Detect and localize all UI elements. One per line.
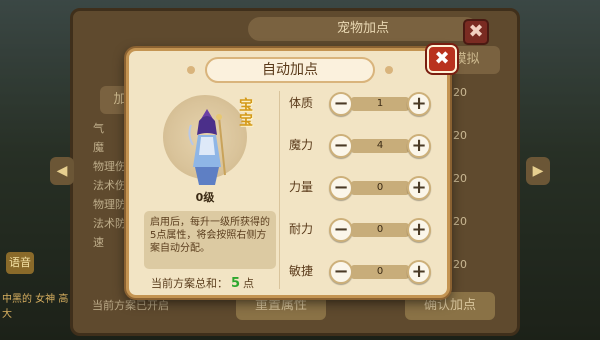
stat-label: 体质 bbox=[289, 96, 314, 110]
increase-magic-button[interactable]: + bbox=[407, 134, 431, 158]
strength-value: 0 bbox=[351, 181, 409, 195]
dialog-title: 自动加点 bbox=[205, 57, 375, 83]
agility-value: 0 bbox=[351, 265, 409, 279]
plan-total-value: 5 bbox=[231, 276, 241, 291]
decrease-agility-button[interactable]: − bbox=[329, 260, 353, 284]
title-ornament-left bbox=[187, 66, 195, 74]
pet-stat-values: 20 20 20 20 20 bbox=[453, 86, 483, 301]
pet-level: 0级 bbox=[195, 191, 215, 204]
decrease-strength-button[interactable]: − bbox=[329, 176, 353, 200]
stat-row-agility: 敏捷 − 0 + bbox=[277, 257, 447, 299]
stat-allocation-list: 体质 − 1 + 魔力 − 4 + 力量 − 0 + 耐力 − 0 + 敏捷 −… bbox=[277, 89, 447, 295]
title-ornament-right bbox=[385, 66, 393, 74]
magic-value: 4 bbox=[351, 139, 409, 153]
stat-label: 敏捷 bbox=[289, 264, 314, 278]
stat-row-magic: 魔力 − 4 + bbox=[277, 131, 447, 173]
stat-row-strength: 力量 − 0 + bbox=[277, 173, 447, 215]
auto-add-description: 启用后，每升一级所获得的5点属性，将会按照右侧方案自动分配。 bbox=[144, 211, 276, 269]
stat-row-constitution: 体质 − 1 + bbox=[277, 89, 447, 131]
increase-constitution-button[interactable]: + bbox=[407, 92, 431, 116]
pet-panel-title: 宠物加点 bbox=[248, 17, 478, 41]
pet-portrait: 宝宝 0级 bbox=[141, 91, 271, 209]
stat-label: 耐力 bbox=[289, 222, 314, 236]
next-pet-arrow-icon[interactable]: ▶ bbox=[526, 157, 550, 185]
stat-label: 力量 bbox=[289, 180, 314, 194]
stat-value: 20 bbox=[453, 215, 467, 228]
chat-line: 中黑的 女神 高 bbox=[2, 294, 69, 305]
plan-total: 当前方案总和： 5 点 bbox=[151, 275, 254, 291]
auto-add-points-dialog: 自动加点 ✖ 宝宝 0级 启用后，每升一级所获得的5点属性，将会按照右侧方案自动… bbox=[126, 45, 457, 298]
stat-row-endurance: 耐力 − 0 + bbox=[277, 215, 447, 257]
plan-total-unit: 点 bbox=[243, 277, 255, 290]
pet-character-icon bbox=[188, 109, 226, 185]
plan-total-label: 当前方案总和： bbox=[151, 277, 228, 290]
endurance-value: 0 bbox=[351, 223, 409, 237]
stat-value: 20 bbox=[453, 172, 467, 185]
stat-label: 魔力 bbox=[289, 138, 314, 152]
increase-strength-button[interactable]: + bbox=[407, 176, 431, 200]
voice-chat-button[interactable]: 语音 bbox=[6, 252, 34, 274]
prev-pet-arrow-icon[interactable]: ◀ bbox=[50, 157, 74, 185]
stat-value: 20 bbox=[453, 129, 467, 142]
increase-agility-button[interactable]: + bbox=[407, 260, 431, 284]
constitution-value: 1 bbox=[351, 97, 409, 111]
chat-line: 大 bbox=[2, 309, 12, 320]
increase-endurance-button[interactable]: + bbox=[407, 218, 431, 242]
current-plan-status: 当前方案已开启 bbox=[92, 299, 169, 312]
decrease-endurance-button[interactable]: − bbox=[329, 218, 353, 242]
decrease-magic-button[interactable]: − bbox=[329, 134, 353, 158]
pet-panel-close-button[interactable]: ✖ bbox=[463, 19, 489, 45]
chat-log: 中黑的 女神 高 大 bbox=[2, 290, 72, 320]
dialog-close-button[interactable]: ✖ bbox=[427, 45, 457, 73]
stat-value: 20 bbox=[453, 86, 467, 99]
decrease-constitution-button[interactable]: − bbox=[329, 92, 353, 116]
baby-pet-tag: 宝宝 bbox=[239, 98, 253, 129]
